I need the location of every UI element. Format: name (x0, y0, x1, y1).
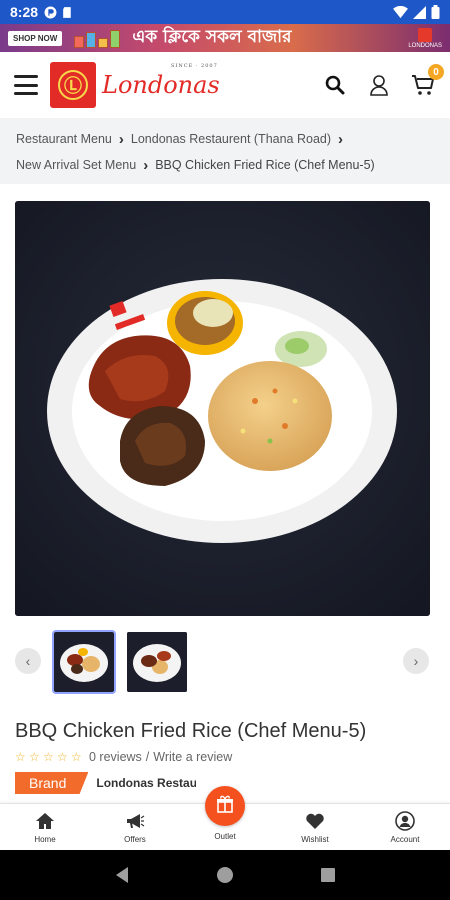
star-empty-icon: ☆ (15, 749, 26, 764)
thumbnail-carousel: ‹ › (0, 630, 450, 694)
nav-account[interactable]: Account (360, 804, 450, 850)
brand-label: Brand (15, 772, 89, 794)
gift-boxes-illustration (74, 28, 122, 48)
cart-icon[interactable]: 0 (410, 64, 444, 98)
nav-home-label: Home (34, 834, 56, 844)
status-time: 8:28 (10, 4, 39, 20)
app-header: Ⓛ Londonas SINCE · 2007 0 (0, 52, 450, 118)
breadcrumb-restaurant[interactable]: Londonas Restaurent (Thana Road) (131, 132, 331, 146)
product-main-image[interactable] (15, 201, 430, 616)
reviews-link[interactable]: 0 reviews (89, 750, 142, 764)
product-title: BBQ Chicken Fried Rice (Chef Menu-5) (15, 720, 367, 742)
nav-offers[interactable]: Offers (90, 804, 180, 850)
star-empty-icon: ☆ (71, 749, 82, 764)
brand-name-link[interactable]: Londonas Restaurent (96, 776, 196, 790)
cart-count-badge: 0 (428, 64, 444, 80)
promo-banner[interactable]: SHOP NOW এক ক্লিকে সকল বাজার LONDONAS (0, 24, 450, 52)
breadcrumb-category[interactable]: New Arrival Set Menu (16, 158, 136, 172)
chevron-right-icon: › (143, 156, 149, 174)
star-empty-icon: ☆ (57, 749, 68, 764)
thumbnail-2[interactable] (127, 632, 187, 692)
home-button-icon[interactable] (210, 860, 240, 890)
menu-icon[interactable] (14, 75, 38, 95)
nav-wishlist[interactable]: Wishlist (270, 804, 360, 850)
sd-card-icon (63, 6, 71, 18)
banner-tagline: এক ক্লিকে সকল বাজার (132, 27, 292, 47)
user-icon[interactable] (366, 72, 392, 98)
chevron-right-icon: › (118, 130, 124, 148)
shop-now-button[interactable]: SHOP NOW (8, 30, 63, 46)
star-empty-icon: ☆ (43, 749, 54, 764)
android-navigation-bar (0, 850, 450, 900)
search-icon[interactable] (322, 72, 348, 98)
separator: / (145, 750, 150, 764)
logo-mark-icon: Ⓛ (50, 62, 96, 108)
logo-wordmark: Londonas (102, 71, 220, 99)
recents-icon[interactable] (313, 860, 343, 890)
status-bar: 8:28 (0, 0, 450, 24)
nav-account-label: Account (390, 834, 420, 844)
nav-outlet[interactable]: Outlet (180, 786, 270, 850)
nav-wishlist-label: Wishlist (301, 834, 329, 844)
nav-outlet-label: Outlet (214, 832, 236, 841)
heart-icon (306, 813, 324, 829)
write-review-link[interactable]: Write a review (153, 750, 232, 764)
product-rating: ☆ ☆ ☆ ☆ ☆ 0 reviews / Write a review (15, 750, 232, 764)
brand-row: Brand Londonas Restaurent (15, 772, 196, 794)
chevron-right-icon: › (338, 130, 344, 148)
breadcrumb-restaurant-menu[interactable]: Restaurant Menu (16, 132, 112, 146)
rating-stars: ☆ ☆ ☆ ☆ ☆ (15, 749, 84, 764)
nav-home[interactable]: Home (0, 804, 90, 850)
logo-since: SINCE · 2007 (171, 63, 218, 69)
gift-icon (205, 786, 245, 826)
home-icon (36, 812, 54, 829)
battery-icon (431, 5, 440, 19)
app-notification-icon (44, 6, 57, 18)
brand-logo[interactable]: Ⓛ Londonas SINCE · 2007 (50, 62, 220, 108)
food-plate-image (15, 201, 430, 616)
nav-offers-label: Offers (124, 834, 146, 844)
signal-icon (413, 5, 426, 19)
banner-brand-logo: LONDONAS (408, 27, 442, 49)
breadcrumb-current: BBQ Chicken Fried Rice (Chef Menu-5) (155, 158, 375, 172)
account-icon (395, 810, 415, 831)
wifi-icon (393, 5, 408, 18)
back-icon[interactable] (107, 860, 137, 890)
breadcrumb: Restaurant Menu › Londonas Restaurent (T… (0, 118, 450, 184)
carousel-next-button[interactable]: › (403, 648, 429, 674)
megaphone-icon (127, 813, 145, 828)
carousel-prev-button[interactable]: ‹ (15, 648, 41, 674)
star-empty-icon: ☆ (29, 749, 40, 764)
bottom-navigation: Home Offers Outlet Wishlist Account (0, 786, 450, 850)
thumbnail-1[interactable] (52, 630, 116, 694)
